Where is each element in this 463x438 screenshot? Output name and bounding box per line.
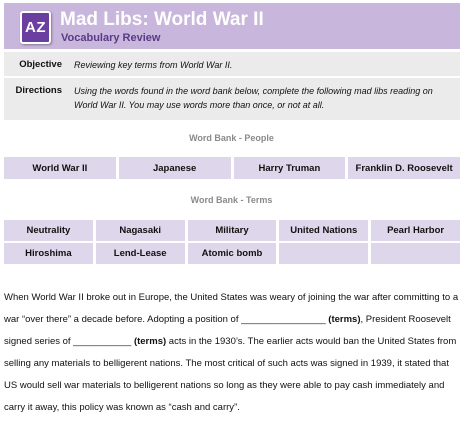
word-bank-cell: United Nations [279, 220, 369, 241]
word-bank-cell [371, 243, 460, 264]
az-logo: AZ [20, 11, 51, 44]
objective-label: Objective [19, 59, 62, 70]
word-bank-cell: World War II [4, 157, 116, 179]
word-bank-terms-row-2: Hiroshima Lend-Lease Atomic bomb [4, 243, 460, 264]
objective-row: Objective Reviewing key terms from World… [4, 52, 460, 76]
word-bank-cell: Harry Truman [233, 157, 346, 179]
blank-hint: (terms) [328, 314, 361, 325]
word-bank-cell: Japanese [118, 157, 231, 179]
word-bank-cell: Lend-Lease [95, 243, 185, 264]
word-bank-cell: Military [187, 220, 277, 241]
passage-text: acts in the 1930’s. The earlier acts wou… [4, 336, 457, 413]
word-bank-cell [279, 243, 369, 264]
word-bank-cell: Pearl Harbor [371, 220, 460, 241]
word-bank-cell: Hiroshima [4, 243, 93, 264]
page-subtitle: Vocabulary Review [61, 32, 161, 44]
objective-text: Reviewing key terms from World War II. [74, 60, 233, 70]
directions-row: Directions Using the words found in the … [4, 78, 460, 120]
word-bank-people-title: Word Bank - People [189, 133, 274, 143]
directions-text: Using the words found in the word bank b… [74, 86, 433, 110]
directions-label: Directions [15, 85, 62, 96]
word-bank-cell: Atomic bomb [187, 243, 277, 264]
word-bank-terms-row-1: Neutrality Nagasaki Military United Nati… [4, 220, 460, 241]
reading-passage: When World War II broke out in Europe, t… [4, 287, 459, 419]
word-bank-terms-title: Word Bank - Terms [190, 195, 273, 205]
word-bank-cell: Nagasaki [95, 220, 185, 241]
word-bank-people-row: World War II Japanese Harry Truman Frank… [4, 157, 460, 179]
page-header: AZ Mad Libs: World War II Vocabulary Rev… [4, 3, 460, 49]
word-bank-cell: Franklin D. Roosevelt [348, 157, 460, 179]
page-title: Mad Libs: World War II [60, 9, 264, 30]
word-bank-cell: Neutrality [4, 220, 93, 241]
blank-hint: (terms) [133, 336, 167, 347]
